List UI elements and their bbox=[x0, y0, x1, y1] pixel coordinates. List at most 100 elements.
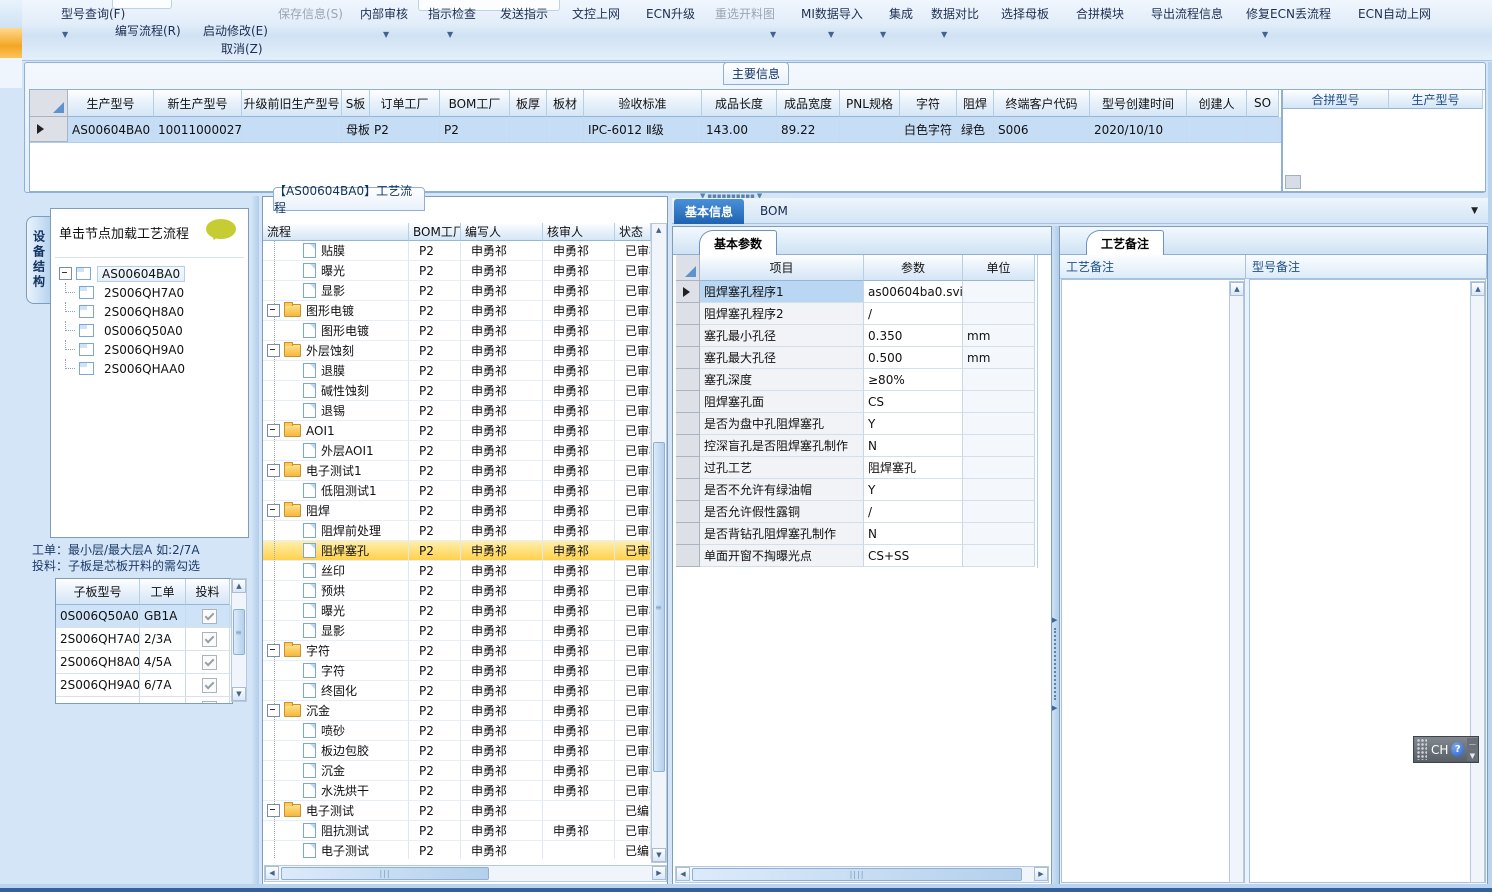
toolbar-button[interactable]: 启动修改(E) bbox=[200, 21, 271, 40]
column-header[interactable]: 项目 bbox=[700, 255, 864, 281]
writer-cell[interactable]: 申勇祁 bbox=[461, 241, 543, 260]
table-cell[interactable] bbox=[1247, 117, 1279, 142]
scroll-right-icon[interactable]: ▶ bbox=[1034, 867, 1048, 881]
tree-node[interactable]: 2S006QH9A0 bbox=[65, 340, 244, 359]
status-cell[interactable]: 已审核 bbox=[615, 301, 651, 320]
params-horizontal-scrollbar[interactable]: ◀ |||| ▶ bbox=[675, 866, 1049, 883]
table-cell[interactable]: 绿色 bbox=[957, 117, 994, 142]
param-value-cell[interactable]: Y bbox=[864, 413, 963, 435]
param-item-cell[interactable]: 阻焊塞孔程序1 bbox=[700, 281, 864, 303]
writer-cell[interactable]: 申勇祁 bbox=[461, 521, 543, 540]
column-header[interactable]: 阻焊 bbox=[957, 90, 994, 117]
param-value-cell[interactable]: N bbox=[864, 523, 963, 545]
collapse-box-icon[interactable] bbox=[267, 704, 280, 717]
status-cell[interactable]: 已审核 bbox=[615, 321, 651, 340]
column-header[interactable]: 核审人 bbox=[543, 223, 615, 241]
subboard-row[interactable]: 0S006Q50A0 GB1A bbox=[56, 605, 232, 628]
param-value-cell[interactable]: as00604ba0.svia bbox=[864, 281, 963, 303]
flow-vertical-scrollbar[interactable]: ▲ ≡ ▼ bbox=[651, 223, 667, 863]
column-header[interactable]: 创建人 bbox=[1187, 90, 1247, 117]
param-unit-cell[interactable] bbox=[963, 281, 1035, 303]
tab-device-structure[interactable]: 设备结构 bbox=[26, 216, 51, 304]
reviewer-cell[interactable]: 申勇祁 bbox=[543, 501, 615, 520]
param-value-cell[interactable]: 0.350 bbox=[864, 325, 963, 347]
dropdown-arrow-icon[interactable]: ▼ bbox=[880, 31, 886, 39]
reviewer-cell[interactable]: 申勇祁 bbox=[543, 461, 615, 480]
subboard-model-cell[interactable]: 0S006Q50A0 bbox=[56, 605, 140, 627]
feed-cell[interactable] bbox=[186, 651, 230, 673]
flow-row[interactable]: 碱性蚀刻P2申勇祁申勇祁已审核 bbox=[263, 381, 651, 401]
row-selector-cell[interactable] bbox=[676, 281, 700, 303]
writer-cell[interactable]: 申勇祁 bbox=[461, 721, 543, 740]
param-unit-cell[interactable]: mm bbox=[963, 347, 1035, 369]
subboard-model-cell[interactable]: 2S006QH8A0 bbox=[56, 651, 140, 673]
status-cell[interactable]: 已审核 bbox=[615, 741, 651, 760]
subboard-row[interactable]: 2S006QH8A0 4/5A bbox=[56, 651, 232, 674]
reviewer-cell[interactable] bbox=[543, 801, 615, 820]
subboard-scrollbar[interactable]: ▲ ≡ ▼ bbox=[231, 578, 247, 702]
factory-cell[interactable]: P2 bbox=[409, 761, 461, 780]
flow-step-cell[interactable]: 沉金 bbox=[263, 701, 409, 720]
toolbar-button[interactable]: MI数据导入 bbox=[798, 4, 866, 23]
feed-cell[interactable] bbox=[186, 628, 230, 650]
scroll-down-icon[interactable]: ▼ bbox=[232, 687, 246, 701]
table-cell[interactable] bbox=[242, 117, 342, 142]
reviewer-cell[interactable]: 申勇祁 bbox=[543, 441, 615, 460]
writer-cell[interactable]: 申勇祁 bbox=[461, 781, 543, 800]
param-row[interactable]: 塞孔最小孔径 0.350 mm bbox=[676, 325, 1037, 347]
column-header[interactable]: 工单 bbox=[140, 579, 186, 605]
factory-cell[interactable]: P2 bbox=[409, 281, 461, 300]
status-cell[interactable]: 已审核 bbox=[615, 541, 651, 560]
dropdown-arrow-icon[interactable]: ▼ bbox=[447, 31, 453, 39]
param-item-cell[interactable]: 阻焊塞孔程序2 bbox=[700, 303, 864, 325]
language-bar[interactable]: CH ? — ▼ bbox=[1413, 736, 1479, 763]
toolbar-button[interactable]: 数据对比 bbox=[928, 4, 982, 23]
column-header[interactable]: SO bbox=[1247, 90, 1279, 117]
toolbar-button[interactable]: 取消(Z) bbox=[218, 39, 266, 58]
table-cell[interactable] bbox=[547, 117, 584, 142]
param-unit-cell[interactable] bbox=[963, 523, 1035, 545]
param-unit-cell[interactable] bbox=[963, 391, 1035, 413]
tree-node-label[interactable]: 0S006Q50A0 bbox=[100, 324, 187, 338]
collapse-box-icon[interactable] bbox=[267, 644, 280, 657]
status-cell[interactable]: 已审核 bbox=[615, 561, 651, 580]
flow-row[interactable]: 贴膜P2申勇祁申勇祁已审核 bbox=[263, 241, 651, 261]
row-selector-cell[interactable] bbox=[676, 325, 700, 347]
flow-row[interactable]: 阻抗测试P2申勇祁申勇祁已审核 bbox=[263, 821, 651, 841]
row-selector-cell[interactable] bbox=[676, 369, 700, 391]
param-row[interactable]: 塞孔深度 ≥80% bbox=[676, 369, 1037, 391]
status-cell[interactable]: 已审核 bbox=[615, 461, 651, 480]
writer-cell[interactable]: 申勇祁 bbox=[461, 701, 543, 720]
table-cell[interactable]: AS00604BA0 bbox=[68, 117, 154, 142]
sort-ascending-icon[interactable]: ▲ bbox=[656, 226, 661, 234]
flow-row[interactable]: 字符P2申勇祁申勇祁已审核 bbox=[263, 661, 651, 681]
param-value-cell[interactable]: / bbox=[864, 501, 963, 523]
column-header[interactable]: PNL规格 bbox=[840, 90, 900, 117]
toolbar-button[interactable]: 编写流程(R) bbox=[112, 21, 184, 40]
column-header[interactable]: 单位 bbox=[963, 255, 1035, 281]
toolbar-button[interactable]: 内部审核 bbox=[357, 4, 411, 23]
flow-step-cell[interactable]: 外层AOI1 bbox=[263, 441, 409, 460]
flow-row[interactable]: 曝光P2申勇祁申勇祁已审核 bbox=[263, 261, 651, 281]
param-row[interactable]: 塞孔最大孔径 0.500 mm bbox=[676, 347, 1037, 369]
model-note-scrollbar[interactable]: ▲ bbox=[1470, 281, 1485, 883]
work-order-cell[interactable]: 6/7A bbox=[140, 674, 186, 696]
writer-cell[interactable]: 申勇祁 bbox=[461, 621, 543, 640]
flow-row[interactable]: 预烘P2申勇祁申勇祁已审核 bbox=[263, 581, 651, 601]
scroll-up-icon[interactable]: ▲ bbox=[1471, 282, 1485, 296]
writer-cell[interactable]: 申勇祁 bbox=[461, 421, 543, 440]
factory-cell[interactable]: P2 bbox=[409, 241, 461, 260]
reviewer-cell[interactable]: 申勇祁 bbox=[543, 521, 615, 540]
flow-step-cell[interactable]: 水洗烘干 bbox=[263, 781, 409, 800]
tree-node[interactable]: 0S006Q50A0 bbox=[65, 321, 244, 340]
factory-cell[interactable]: P2 bbox=[409, 401, 461, 420]
flow-step-cell[interactable]: 终固化 bbox=[263, 681, 409, 700]
feed-cell[interactable] bbox=[186, 674, 230, 696]
options-chevron-icon[interactable]: ▼ bbox=[1467, 750, 1478, 761]
status-cell[interactable]: 已审核 bbox=[615, 681, 651, 700]
status-cell[interactable]: 已审核 bbox=[615, 281, 651, 300]
column-header[interactable]: 投料 bbox=[186, 579, 230, 605]
tree-node-label[interactable]: 2S006QH8A0 bbox=[100, 305, 188, 319]
flow-row[interactable]: 显影P2申勇祁申勇祁已审核 bbox=[263, 281, 651, 301]
param-item-cell[interactable]: 阻焊塞孔面 bbox=[700, 391, 864, 413]
